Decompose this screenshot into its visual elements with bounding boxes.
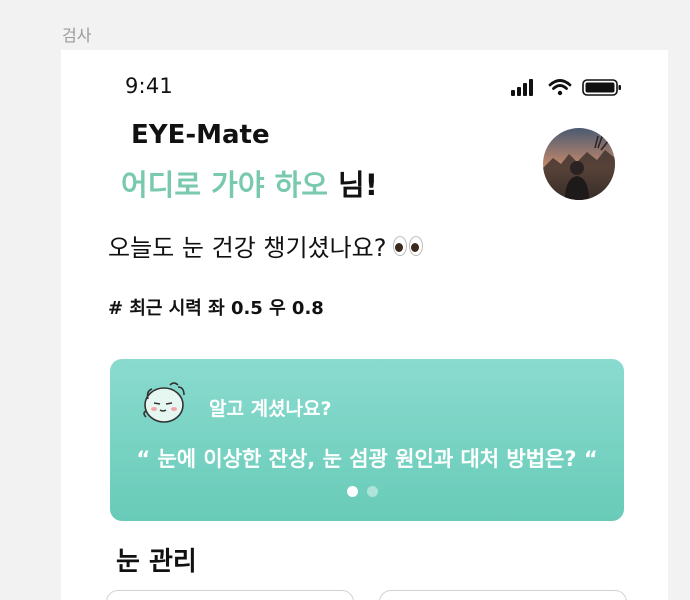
phone-screen: 9:41 EYE-Mate 어디로 가야 하오 님! 오늘도 눈 건강 챙기셨나… bbox=[61, 50, 668, 600]
tip-card[interactable]: 알고 계셨나요? “ 눈에 이상한 잔상, 눈 섬광 원인과 대처 방법은? “ bbox=[110, 359, 624, 521]
tip-card-quote: “ 눈에 이상한 잔상, 눈 섬광 원인과 대처 방법은? “ bbox=[136, 447, 598, 471]
subtitle: 오늘도 눈 건강 챙기셨나요? bbox=[108, 228, 423, 263]
battery-icon bbox=[582, 79, 621, 96]
eye-care-card-left[interactable] bbox=[106, 590, 354, 600]
subtitle-text: 오늘도 눈 건강 챙기셨나요? bbox=[108, 234, 387, 262]
user-name: 어디로 가야 하오 bbox=[121, 168, 328, 202]
eye-care-section-title: 눈 관리 bbox=[116, 547, 197, 577]
carousel-dot-inactive[interactable] bbox=[367, 486, 378, 497]
recent-vision: # 최근 시력 좌 0.5 우 0.8 bbox=[108, 298, 324, 319]
tip-card-heading: 알고 계셨나요? bbox=[209, 398, 332, 420]
status-time: 9:41 bbox=[125, 74, 173, 98]
app-title: EYE-Mate bbox=[131, 120, 270, 150]
status-icons bbox=[511, 79, 621, 96]
eyes-icon bbox=[392, 235, 423, 256]
name-suffix: 님! bbox=[327, 168, 378, 202]
greeting: 어디로 가야 하오 님! bbox=[121, 162, 378, 204]
eye-care-card-right[interactable] bbox=[379, 590, 627, 600]
cellular-signal-icon bbox=[511, 79, 533, 96]
wifi-icon bbox=[548, 79, 572, 96]
profile-photo bbox=[543, 128, 615, 200]
carousel-dot-active[interactable] bbox=[347, 486, 358, 497]
avatar[interactable] bbox=[543, 128, 615, 200]
frame-label: 검사 bbox=[62, 26, 92, 45]
carousel-pagination bbox=[347, 486, 378, 497]
mascot-icon bbox=[143, 382, 185, 423]
